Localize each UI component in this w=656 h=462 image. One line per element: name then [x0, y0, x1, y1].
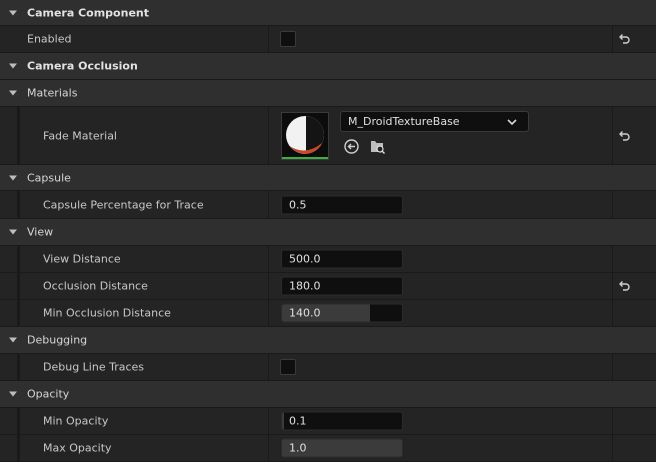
reset-to-default-icon[interactable]: [617, 279, 631, 293]
enabled-checkbox[interactable]: [280, 31, 296, 47]
column-divider[interactable]: [268, 273, 269, 299]
asset-name: M_DroidTextureBase: [348, 115, 460, 128]
column-divider: [612, 408, 613, 434]
material-sphere-icon: [286, 116, 324, 154]
property-label: Min Occlusion Distance: [43, 306, 171, 320]
category-label: Opacity: [27, 387, 70, 401]
details-panel: Camera Component Enabled Camera Occlusio…: [0, 0, 656, 462]
fade-material-asset-picker[interactable]: M_DroidTextureBase: [340, 111, 529, 132]
input-value: 140.0: [289, 306, 321, 320]
property-label: Enabled: [27, 32, 72, 46]
category-debugging[interactable]: Debugging: [0, 327, 656, 354]
column-divider: [612, 107, 613, 164]
column-divider: [612, 246, 613, 272]
column-divider[interactable]: [268, 408, 269, 434]
material-thumbnail[interactable]: [281, 112, 329, 160]
collapse-arrow-icon[interactable]: [9, 229, 17, 235]
collapse-arrow-icon[interactable]: [9, 337, 17, 343]
use-selected-asset-icon[interactable]: [343, 138, 360, 155]
column-divider: [612, 354, 613, 380]
property-row-enabled: Enabled: [0, 26, 656, 53]
occlusion-distance-input[interactable]: 180.0: [281, 276, 403, 296]
property-row-capsule-percentage: Capsule Percentage for Trace 0.5: [0, 191, 656, 219]
property-row-view-distance: View Distance 500.0: [0, 246, 656, 273]
input-value: 0.5: [289, 198, 307, 211]
collapse-arrow-icon[interactable]: [9, 10, 17, 15]
column-divider[interactable]: [268, 107, 269, 164]
column-divider: [612, 435, 613, 461]
category-materials[interactable]: Materials: [0, 80, 656, 107]
collapse-arrow-icon[interactable]: [9, 175, 17, 180]
indent-guide: [17, 191, 20, 218]
indent-guide: [17, 246, 20, 272]
property-label: Capsule Percentage for Trace: [43, 198, 204, 211]
property-row-occlusion-distance: Occlusion Distance 180.0: [0, 273, 656, 300]
browse-to-asset-icon[interactable]: [369, 138, 386, 155]
property-label: Min Opacity: [43, 414, 109, 428]
input-value: 0.1: [289, 414, 307, 428]
column-divider: [612, 273, 613, 299]
property-label: View Distance: [43, 252, 121, 266]
slider-fill: [282, 412, 285, 430]
category-label: Debugging: [27, 333, 88, 347]
property-row-max-opacity: Max Opacity 1.0: [0, 435, 656, 462]
min-opacity-slider[interactable]: 0.1: [281, 411, 403, 431]
property-row-min-occlusion-distance: Min Occlusion Distance 140.0: [0, 300, 656, 327]
min-occlusion-distance-slider[interactable]: 140.0: [281, 303, 403, 323]
column-divider: [612, 300, 613, 326]
property-label: Max Opacity: [43, 441, 112, 455]
input-value: 1.0: [289, 441, 307, 455]
collapse-arrow-icon[interactable]: [9, 391, 17, 397]
indent-guide: [17, 354, 20, 380]
property-label: Occlusion Distance: [43, 279, 148, 293]
column-divider[interactable]: [268, 354, 269, 380]
indent-guide: [17, 273, 20, 299]
indent-guide: [17, 435, 20, 461]
category-camera-occlusion[interactable]: Camera Occlusion: [0, 53, 656, 80]
input-value: 180.0: [289, 279, 321, 293]
column-divider[interactable]: [268, 435, 269, 461]
view-distance-input[interactable]: 500.0: [281, 249, 403, 269]
property-label: Fade Material: [43, 129, 117, 142]
category-label: Camera Component: [27, 6, 149, 19]
column-divider: [612, 26, 613, 52]
collapse-arrow-icon[interactable]: [9, 63, 17, 69]
property-row-debug-line-traces: Debug Line Traces: [0, 354, 656, 381]
capsule-percentage-input[interactable]: 0.5: [281, 195, 403, 214]
category-opacity[interactable]: Opacity: [0, 381, 656, 408]
asset-type-color-bar: [282, 157, 328, 159]
column-divider[interactable]: [268, 26, 269, 52]
category-view[interactable]: View: [0, 219, 656, 246]
property-row-fade-material: Fade Material M_DroidTextureBase: [0, 107, 656, 165]
category-label: Camera Occlusion: [27, 59, 138, 73]
reset-to-default-icon[interactable]: [617, 32, 631, 46]
column-divider: [612, 191, 613, 218]
indent-guide: [17, 107, 20, 164]
indent-guide: [17, 408, 20, 434]
indent-guide: [17, 300, 20, 326]
column-divider[interactable]: [268, 300, 269, 326]
property-label: Debug Line Traces: [43, 360, 145, 374]
collapse-arrow-icon[interactable]: [9, 90, 17, 96]
category-camera-component[interactable]: Camera Component: [0, 0, 656, 26]
input-value: 500.0: [289, 252, 321, 266]
reset-to-default-icon[interactable]: [617, 129, 631, 143]
debug-line-traces-checkbox[interactable]: [280, 359, 296, 375]
category-label: View: [27, 225, 54, 239]
column-divider[interactable]: [268, 191, 269, 218]
property-row-min-opacity: Min Opacity 0.1: [0, 408, 656, 435]
column-divider[interactable]: [268, 246, 269, 272]
max-opacity-slider[interactable]: 1.0: [281, 438, 403, 458]
category-label: Capsule: [27, 171, 71, 184]
category-capsule[interactable]: Capsule: [0, 165, 656, 191]
category-label: Materials: [27, 86, 78, 100]
chevron-down-icon: [507, 119, 517, 126]
